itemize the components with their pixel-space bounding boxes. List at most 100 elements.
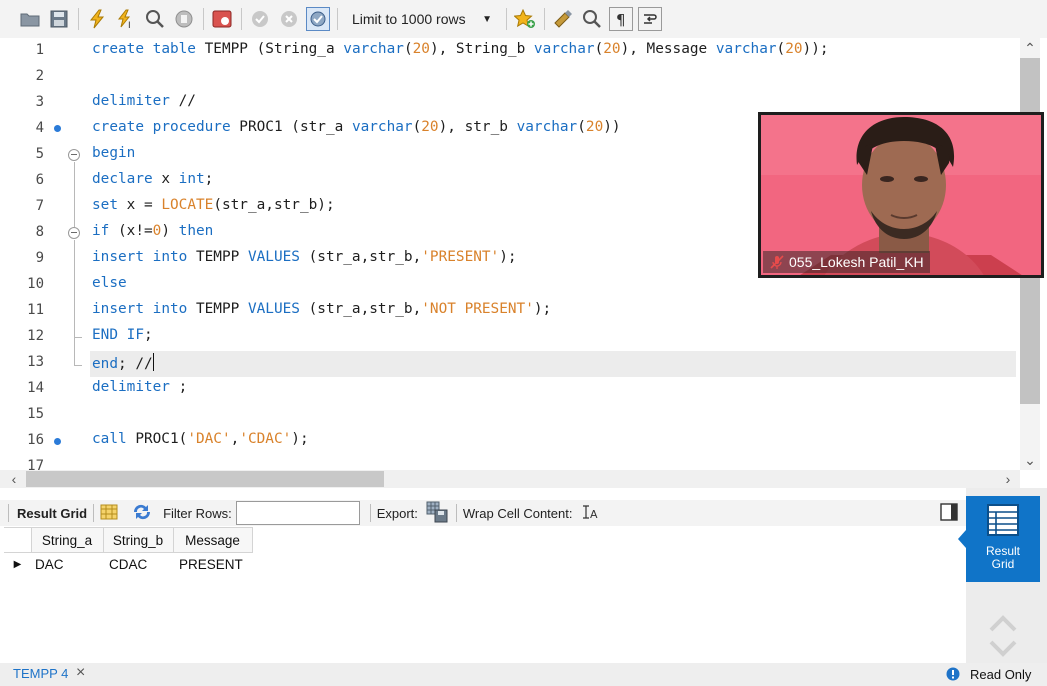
fold-guide <box>74 162 75 227</box>
code-line[interactable]: declare x int; <box>92 171 213 187</box>
line-number: 17 <box>27 458 44 470</box>
statement-marker-icon <box>54 125 61 132</box>
code-line[interactable]: create procedure PROC1 (str_a varchar(20… <box>92 119 621 135</box>
column-header[interactable]: String_b <box>102 527 174 553</box>
grid-cell[interactable]: PRESENT <box>173 553 252 577</box>
result-grid-tab[interactable]: Result Grid <box>17 506 87 521</box>
wrap-lines-icon[interactable] <box>638 7 662 31</box>
scroll-down-icon[interactable]: ⌄ <box>1020 452 1040 468</box>
panel-scroll-arrows-icon[interactable] <box>988 614 1018 658</box>
toggle-error-icon[interactable] <box>210 7 234 31</box>
fold-toggle-icon[interactable] <box>68 149 80 161</box>
line-number: 16 <box>27 432 44 448</box>
line-number: 2 <box>35 68 44 84</box>
participant-name-tag: 055_Lokesh Patil_KH <box>763 251 930 273</box>
line-number: 5 <box>35 146 44 162</box>
filter-rows-input[interactable] <box>235 501 360 525</box>
line-number: 11 <box>27 302 44 318</box>
text-cursor <box>152 353 154 371</box>
column-header[interactable]: Message <box>172 527 253 553</box>
row-header-corner <box>4 527 32 553</box>
code-line[interactable]: create table TEMPP (String_a varchar(20)… <box>92 41 829 57</box>
toolbar-separator <box>337 8 338 30</box>
chevron-down-icon: ▼ <box>482 13 492 25</box>
result-toolbar: Result Grid Filter Rows: Export: Wrap Ce… <box>0 500 966 526</box>
query-tab-label[interactable]: TEMPP 4 <box>13 666 68 681</box>
horizontal-scroll-thumb[interactable] <box>26 471 384 487</box>
code-line[interactable]: begin <box>92 145 135 161</box>
status-bar: TEMPP 4 × Read Only <box>0 663 1047 686</box>
commit-icon[interactable] <box>248 7 272 31</box>
table-row[interactable]: ▶ DAC CDAC PRESENT <box>4 553 252 577</box>
current-line-highlight <box>90 351 1016 377</box>
export-icon[interactable] <box>426 501 448 526</box>
side-button-label: Grid <box>991 557 1015 571</box>
toolbar-separator <box>93 504 95 522</box>
code-line[interactable]: delimiter ; <box>92 379 187 395</box>
save-icon[interactable] <box>47 7 71 31</box>
code-line[interactable]: insert into TEMPP VALUES (str_a,str_b,'P… <box>92 249 517 265</box>
toolbar-separator <box>506 8 507 30</box>
close-icon[interactable]: × <box>76 664 85 682</box>
line-number: 8 <box>35 224 44 240</box>
scroll-right-icon[interactable]: › <box>998 470 1018 488</box>
sql-editor-toolbar: I Limit to 1000 rows ▼ ¶ <box>0 0 1047 38</box>
filter-rows-label: Filter Rows: <box>163 505 232 521</box>
line-number: 9 <box>35 250 44 266</box>
svg-text:I: I <box>128 21 131 29</box>
scroll-left-icon[interactable]: ‹ <box>4 470 24 488</box>
fold-guide <box>74 338 75 358</box>
fold-end-marker <box>74 358 82 366</box>
fold-toggle-icon[interactable] <box>68 227 80 239</box>
code-line[interactable]: if (x!=0) then <box>92 223 213 239</box>
wrap-cell-label: Wrap Cell Content: <box>462 505 573 521</box>
autocommit-icon[interactable] <box>306 7 330 31</box>
toolbar-separator <box>544 8 545 30</box>
workbench-window: I Limit to 1000 rows ▼ ¶ 1 2 3 4 5 6 7 8… <box>0 0 1047 686</box>
line-number: 13 <box>27 354 44 370</box>
invisible-chars-icon[interactable]: ¶ <box>609 7 633 31</box>
scroll-up-icon[interactable]: ⌃ <box>1020 40 1040 56</box>
row-pointer-icon: ▶ <box>13 559 22 571</box>
code-line[interactable]: else <box>92 275 127 291</box>
fold-guide <box>74 240 75 330</box>
code-line[interactable]: delimiter // <box>92 93 196 109</box>
line-number: 15 <box>27 406 44 422</box>
explain-icon[interactable] <box>143 7 167 31</box>
open-folder-icon[interactable] <box>18 7 42 31</box>
webcam-overlay: 055_Lokesh Patil_KH <box>758 112 1044 278</box>
active-pointer <box>958 530 966 548</box>
find-icon[interactable] <box>580 7 604 31</box>
stop-icon[interactable] <box>172 7 196 31</box>
toolbar-separator <box>78 8 79 30</box>
column-header[interactable]: String_a <box>30 527 104 553</box>
limit-rows-select[interactable]: Limit to 1000 rows ▼ <box>346 7 498 31</box>
wrap-cell-icon[interactable]: A <box>582 504 598 523</box>
execute-icon[interactable] <box>85 7 109 31</box>
rollback-icon[interactable] <box>277 7 301 31</box>
execute-cursor-icon[interactable]: I <box>114 7 138 31</box>
refresh-icon[interactable] <box>131 503 153 524</box>
result-grid-side-button[interactable]: Result Grid <box>958 496 1040 582</box>
participant-name: 055_Lokesh Patil_KH <box>789 254 924 270</box>
beautify-icon[interactable] <box>551 7 575 31</box>
line-number: 1 <box>35 42 44 58</box>
code-line[interactable]: END IF; <box>92 327 153 343</box>
code-line[interactable]: set x = LOCATE(str_a,str_b); <box>92 197 335 213</box>
code-line[interactable]: end; // <box>92 353 154 372</box>
result-grid[interactable]: String_a String_b Message ▶ DAC CDAC PRE… <box>4 527 253 577</box>
grid-header-row: String_a String_b Message <box>4 527 253 553</box>
toolbar-separator <box>455 504 457 522</box>
grid-cell[interactable]: CDAC <box>103 553 173 577</box>
line-number: 10 <box>27 276 44 292</box>
grid-view-icon[interactable] <box>100 504 118 523</box>
grid-icon <box>987 504 1019 536</box>
add-snippet-icon[interactable] <box>513 7 537 31</box>
toggle-panel-icon[interactable] <box>940 503 958 524</box>
code-line[interactable]: call PROC1('DAC','CDAC'); <box>92 431 309 447</box>
toolbar-separator <box>241 8 242 30</box>
code-line[interactable]: insert into TEMPP VALUES (str_a,str_b,'N… <box>92 301 551 317</box>
export-label: Export: <box>376 505 418 521</box>
grid-cell[interactable]: DAC <box>31 553 103 577</box>
